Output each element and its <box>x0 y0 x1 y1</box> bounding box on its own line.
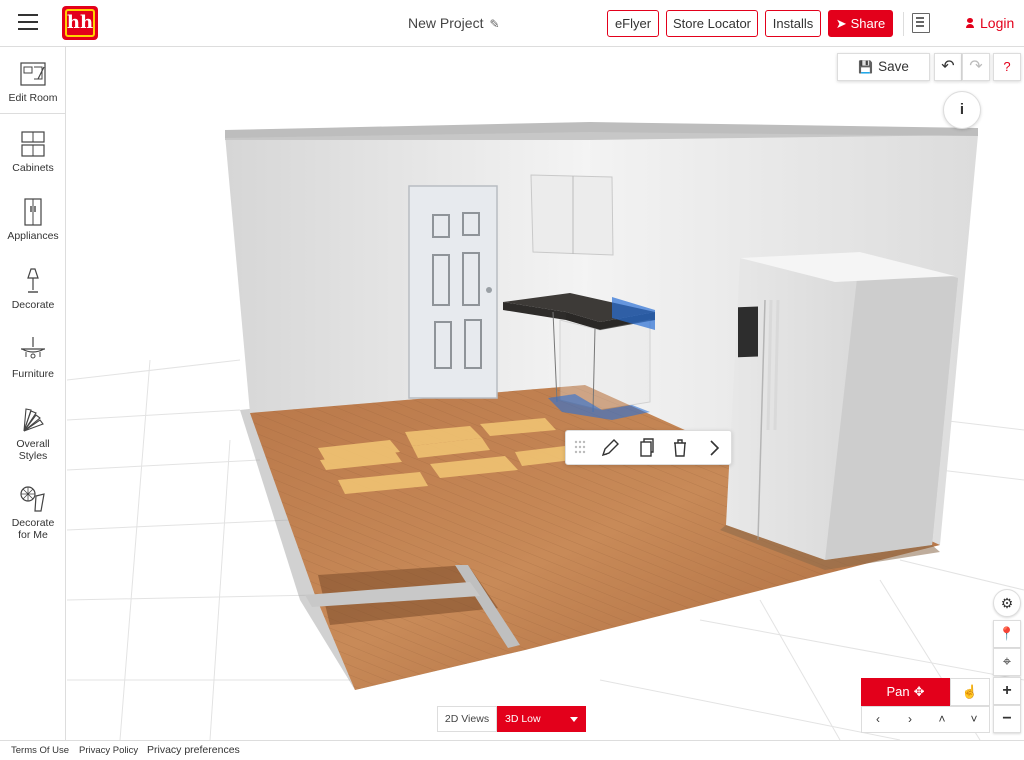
3d-quality-label: 3D Low <box>505 713 541 725</box>
sidebar-item-label: Overall Styles <box>16 438 50 462</box>
chevron-right-icon[interactable]: › <box>894 707 926 732</box>
chandelier-icon <box>18 335 48 365</box>
help-button[interactable]: ? <box>993 53 1021 81</box>
sidebar-item-decorate[interactable]: Decorate <box>0 266 66 311</box>
hamburger-menu-icon[interactable] <box>18 14 38 32</box>
chevron-up-icon[interactable]: ˄ <box>926 707 958 732</box>
chevron-right-icon[interactable] <box>702 437 726 459</box>
settings-gear-icon[interactable]: ⚙ <box>993 589 1021 617</box>
undo-icon: ↶ <box>941 58 955 75</box>
undo-button[interactable]: ↶ <box>934 53 962 81</box>
pan-label: Pan <box>886 684 910 699</box>
chevron-down-icon[interactable]: ˅ <box>958 707 990 732</box>
sidebar-item-label: Edit Room <box>8 92 58 104</box>
fridge-icon <box>18 197 48 227</box>
map-pin-icon[interactable]: 📍 <box>993 620 1021 648</box>
sidebar-item-furniture[interactable]: Furniture <box>0 335 66 380</box>
sidebar-item-overall-styles[interactable]: Overall Styles <box>0 405 66 462</box>
info-button[interactable]: i <box>943 91 981 129</box>
save-button[interactable]: 💾 Save <box>837 53 930 81</box>
locate-crosshair-icon[interactable]: ⌖ <box>993 648 1021 676</box>
3d-quality-dropdown[interactable]: 3D Low <box>497 706 586 732</box>
sidebar-item-label: Furniture <box>11 368 54 380</box>
print-icon[interactable] <box>912 13 930 33</box>
sidebar-item-appliances[interactable]: Appliances <box>0 197 66 242</box>
camera-arrow-controls: ‹ › ˄ ˅ <box>861 706 990 733</box>
user-icon <box>966 18 974 28</box>
left-sidebar: Edit Room Cabinets Appliances Decorate F… <box>0 47 66 740</box>
terms-of-use-link[interactable]: Terms Of Use <box>11 745 69 756</box>
selection-context-toolbar <box>565 430 732 465</box>
2d-views-button[interactable]: 2D Views <box>437 706 497 732</box>
move-arrows-icon: ✥ <box>913 684 925 699</box>
pan-mode-button[interactable]: Pan ✥ <box>861 678 950 706</box>
eflyer-button[interactable]: eFlyer <box>607 10 659 37</box>
sidebar-divider <box>0 113 66 114</box>
redo-icon: ↷ <box>969 58 983 75</box>
caret-down-icon <box>570 717 578 722</box>
redo-button[interactable]: ↷ <box>962 53 990 81</box>
privacy-preferences-link[interactable]: Privacy preferences <box>147 744 240 756</box>
share-label: Share <box>850 16 886 31</box>
orbit-hand-button[interactable]: ☝ <box>950 678 990 706</box>
top-bar: hh New Project ✎ eFlyer Store Locator Ins… <box>0 0 1024 47</box>
drag-handle-icon[interactable] <box>570 437 594 459</box>
sidebar-item-label: Decorate <box>11 299 55 311</box>
duplicate-icon[interactable] <box>634 437 658 459</box>
sidebar-item-edit-room[interactable]: Edit Room <box>0 59 66 104</box>
cabinet-icon <box>18 129 48 159</box>
share-button[interactable]: ➤ Share <box>828 10 893 37</box>
swatch-fan-icon <box>18 405 48 435</box>
edit-pencil-icon[interactable] <box>598 437 622 459</box>
share-icon: ➤ <box>835 16 847 31</box>
trash-icon[interactable] <box>668 437 692 459</box>
project-title-text: New Project <box>408 15 484 31</box>
sidebar-item-decorate-for-me[interactable]: Decorate for Me <box>0 484 66 541</box>
decorate-for-me-icon <box>18 484 48 514</box>
sidebar-item-label: Appliances <box>7 230 59 242</box>
3d-canvas[interactable]: 💾 Save ↶ ↷ ? i ⚙ 📍 ⌖ + − <box>67 48 1024 740</box>
store-locator-button[interactable]: Store Locator <box>666 10 758 37</box>
zoom-in-button[interactable]: + <box>993 677 1021 705</box>
save-label: Save <box>878 59 909 74</box>
installs-button[interactable]: Installs <box>765 10 821 37</box>
lamp-icon <box>18 266 48 296</box>
sidebar-item-label: Decorate for Me <box>11 517 55 541</box>
login-link[interactable]: Login <box>966 15 1014 31</box>
room-3d-render[interactable] <box>67 48 1024 740</box>
sidebar-item-label: Cabinets <box>12 162 54 174</box>
brand-logo[interactable]: hh <box>62 6 98 40</box>
sidebar-item-cabinets[interactable]: Cabinets <box>0 129 66 174</box>
login-label: Login <box>980 15 1015 31</box>
blueprint-icon <box>18 59 48 89</box>
header-divider <box>903 12 904 36</box>
privacy-policy-link[interactable]: Privacy Policy <box>79 745 138 756</box>
zoom-out-button[interactable]: − <box>993 705 1021 733</box>
logo-text: hh <box>66 12 94 33</box>
footer: Terms Of Use Privacy Policy Privacy pref… <box>0 740 1024 760</box>
hand-icon: ☝ <box>961 684 979 699</box>
edit-pencil-icon[interactable]: ✎ <box>489 17 499 31</box>
project-title[interactable]: New Project ✎ <box>408 15 500 31</box>
floppy-disk-icon: 💾 <box>858 60 874 74</box>
chevron-left-icon[interactable]: ‹ <box>862 707 894 732</box>
